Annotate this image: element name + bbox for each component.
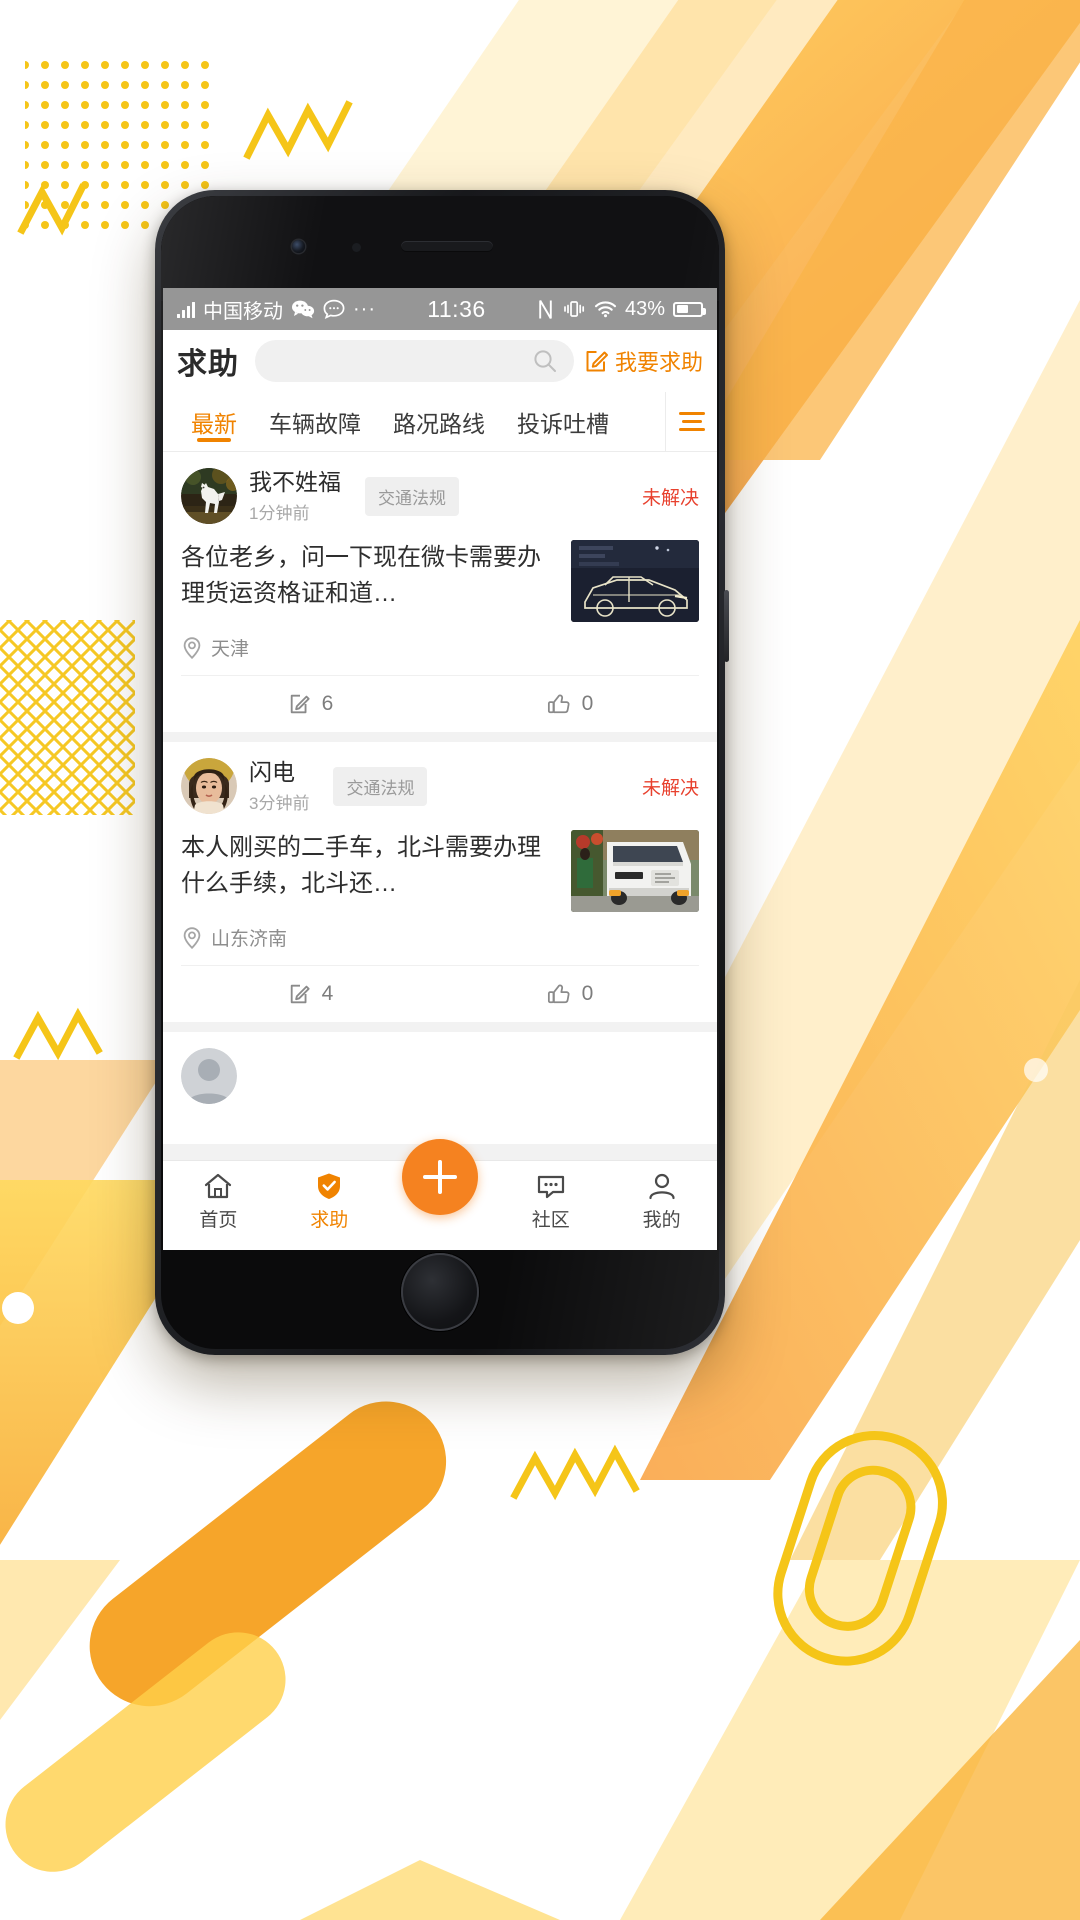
comment-count: 6 bbox=[321, 692, 334, 715]
post-text-wrap: 本人刚买的二手车，北斗需要办理什么手续，北斗还… 山东济南 bbox=[181, 830, 557, 951]
home-button[interactable] bbox=[401, 1253, 479, 1331]
post-author-block: 闪电 3分钟前 bbox=[249, 758, 309, 814]
bottom-navigation-bar: 首页 求助 社区 我的 bbox=[163, 1139, 717, 1250]
search-box[interactable] bbox=[255, 340, 574, 382]
post-body: 各位老乡，问一下现在微卡需要办理货运资格证和道… 天津 bbox=[181, 540, 699, 661]
status-bar-clock: 11:36 bbox=[427, 295, 486, 322]
nav-label-profile[interactable]: 我的 bbox=[643, 1205, 681, 1232]
thumb-dark-car[interactable] bbox=[571, 540, 699, 622]
post-card-partial[interactable] bbox=[163, 1032, 717, 1144]
post-author-block: 我不姓福 1分钟前 bbox=[249, 468, 341, 524]
carrier-label: 中国移动 bbox=[203, 300, 283, 323]
avatar-placeholder[interactable] bbox=[181, 1048, 237, 1104]
comment-action[interactable]: 4 bbox=[181, 966, 440, 1022]
sidebar-item-community[interactable]: 社区 bbox=[495, 1171, 606, 1232]
search-input[interactable] bbox=[271, 350, 532, 372]
phone-top-sensors bbox=[161, 196, 719, 301]
page-title: 求助 bbox=[177, 348, 239, 381]
battery-percent-label: 43% bbox=[624, 297, 665, 320]
signal-bars-icon bbox=[177, 301, 195, 318]
sidebar-item-home[interactable]: 首页 bbox=[163, 1171, 274, 1232]
earpiece-speaker-icon bbox=[401, 241, 493, 252]
nav-label-home[interactable]: 首页 bbox=[199, 1205, 237, 1232]
sidebar-item-help[interactable]: 求助 bbox=[274, 1171, 385, 1232]
thumbs-up-icon[interactable] bbox=[546, 982, 572, 1006]
like-action[interactable]: 0 bbox=[440, 966, 699, 1022]
category-tab-bar: 最新 车辆故障 路况路线 投诉吐槽 bbox=[163, 392, 717, 452]
phone-screen: 中国移动 ··· 11:36 43% 求助 我要求助 最新 车辆故障 路况路线 … bbox=[163, 288, 717, 1250]
post-author-name: 我不姓福 bbox=[249, 469, 341, 496]
post-category-tag[interactable]: 交通法规 bbox=[365, 476, 459, 516]
post-actions: 4 0 bbox=[181, 965, 699, 1022]
tab-vehicle-fault[interactable]: 车辆故障 bbox=[253, 392, 377, 451]
post-actions: 6 0 bbox=[181, 675, 699, 732]
status-bar-right: 43% bbox=[537, 297, 706, 321]
post-header: 我不姓福 1分钟前 交通法规 未解决 bbox=[181, 468, 699, 524]
home-icon[interactable] bbox=[202, 1171, 234, 1201]
like-count: 0 bbox=[581, 982, 594, 1005]
compose-icon[interactable] bbox=[584, 348, 610, 374]
chat-bubble-icon[interactable] bbox=[535, 1171, 567, 1201]
post-timestamp: 3分钟前 bbox=[249, 793, 310, 813]
location-pin-icon bbox=[183, 636, 201, 659]
comment-icon[interactable] bbox=[288, 692, 312, 716]
ask-for-help-label[interactable]: 我要求助 bbox=[615, 345, 703, 377]
shield-check-icon[interactable] bbox=[314, 1171, 344, 1201]
post-category-tag[interactable]: 交通法规 bbox=[333, 766, 428, 806]
ask-for-help-button[interactable]: 我要求助 bbox=[584, 345, 703, 377]
status-bar: 中国移动 ··· 11:36 43% bbox=[163, 288, 717, 330]
post-location: 天津 bbox=[181, 612, 557, 661]
battery-icon bbox=[673, 301, 706, 317]
location-pin-icon bbox=[183, 926, 201, 949]
post-text[interactable]: 本人刚买的二手车，北斗需要办理什么手续，北斗还… bbox=[181, 830, 557, 902]
post-body: 本人刚买的二手车，北斗需要办理什么手续，北斗还… 山东济南 bbox=[181, 830, 699, 951]
post-text[interactable]: 各位老乡，问一下现在微卡需要办理货运资格证和道… bbox=[181, 540, 557, 612]
post-header bbox=[181, 1048, 699, 1104]
tab-complaints[interactable]: 投诉吐槽 bbox=[501, 392, 625, 451]
person-icon[interactable] bbox=[647, 1171, 677, 1201]
post-card[interactable]: 我不姓福 1分钟前 交通法规 未解决 各位老乡，问一下现在微卡需要办理货运资格证… bbox=[163, 452, 717, 732]
vibrate-icon bbox=[564, 301, 585, 317]
thumb-white-truck[interactable] bbox=[571, 830, 699, 912]
tab-scroll-area[interactable]: 最新 车辆故障 路况路线 投诉吐槽 bbox=[163, 392, 665, 451]
thumbs-up-icon[interactable] bbox=[546, 692, 572, 716]
filter-menu-icon[interactable] bbox=[665, 392, 717, 451]
sidebar-item-profile[interactable]: 我的 bbox=[606, 1171, 717, 1232]
post-timestamp: 1分钟前 bbox=[249, 503, 310, 523]
front-camera-icon bbox=[292, 240, 305, 253]
avatar-portrait-woman[interactable] bbox=[181, 758, 237, 814]
app-header: 求助 我要求助 bbox=[163, 330, 717, 392]
post-card[interactable]: 闪电 3分钟前 交通法规 未解决 本人刚买的二手车，北斗需要办理什么手续，北斗还… bbox=[163, 742, 717, 1022]
post-author-name: 闪电 bbox=[249, 759, 295, 786]
nav-label-community[interactable]: 社区 bbox=[532, 1205, 570, 1232]
proximity-sensor-icon bbox=[352, 243, 361, 252]
comment-icon[interactable] bbox=[288, 982, 312, 1006]
post-text-wrap: 各位老乡，问一下现在微卡需要办理货运资格证和道… 天津 bbox=[181, 540, 557, 661]
post-location-label: 山东济南 bbox=[211, 929, 288, 950]
tab-road-condition[interactable]: 路况路线 bbox=[377, 392, 501, 451]
post-feed[interactable]: 我不姓福 1分钟前 交通法规 未解决 各位老乡，问一下现在微卡需要办理货运资格证… bbox=[163, 452, 717, 1188]
create-post-fab[interactable] bbox=[402, 1139, 478, 1215]
like-action[interactable]: 0 bbox=[440, 676, 699, 732]
nav-label-help[interactable]: 求助 bbox=[310, 1205, 348, 1232]
nfc-icon bbox=[539, 299, 552, 319]
more-dots-icon: ··· bbox=[353, 298, 376, 320]
comment-count: 4 bbox=[321, 982, 334, 1005]
post-header: 闪电 3分钟前 交通法规 未解决 bbox=[181, 758, 699, 814]
status-bar-left: 中国移动 ··· bbox=[177, 295, 376, 324]
post-status-badge: 未解决 bbox=[641, 777, 699, 799]
post-status-badge: 未解决 bbox=[641, 487, 699, 509]
wechat-icon bbox=[292, 300, 315, 319]
message-icon bbox=[323, 299, 345, 319]
search-icon[interactable] bbox=[532, 348, 558, 374]
wifi-icon bbox=[594, 301, 617, 318]
power-button[interactable] bbox=[724, 590, 729, 662]
post-location-label: 天津 bbox=[211, 639, 250, 660]
post-location: 山东济南 bbox=[181, 902, 557, 951]
tab-latest[interactable]: 最新 bbox=[175, 392, 253, 451]
like-count: 0 bbox=[581, 692, 594, 715]
avatar-white-horse[interactable] bbox=[181, 468, 237, 524]
comment-action[interactable]: 6 bbox=[181, 676, 440, 732]
